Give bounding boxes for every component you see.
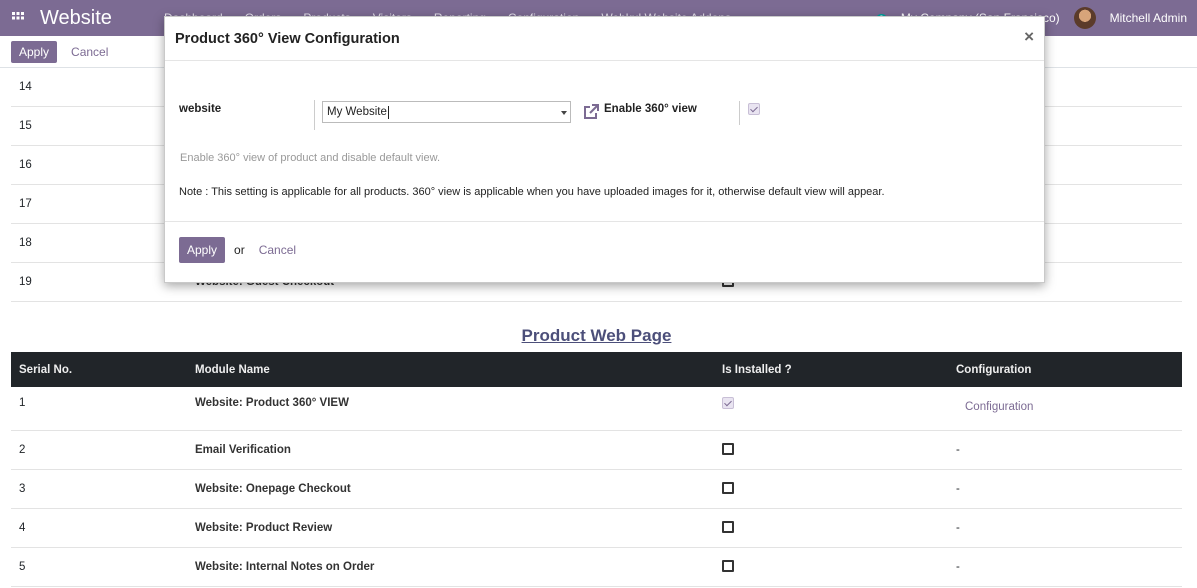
cp-cancel-button[interactable]: Cancel	[65, 41, 114, 63]
module-name-cell: Website: Product Review	[195, 522, 333, 534]
config-cell: -	[956, 483, 960, 495]
app-title[interactable]: Website	[40, 7, 160, 30]
website-select[interactable]: My Website	[322, 101, 571, 123]
installed-checkbox-checked[interactable]	[722, 397, 734, 409]
header-serial: Serial No.	[19, 363, 73, 376]
config-cell: -	[956, 561, 960, 573]
installed-checkbox[interactable]	[722, 559, 734, 572]
header-configuration: Configuration	[956, 363, 1032, 376]
website-label: website	[179, 103, 222, 115]
dialog-body: website My Website Enable 360° view Enab…	[165, 61, 1044, 222]
divider	[739, 101, 740, 125]
chevron-down-icon[interactable]	[561, 111, 567, 115]
serial-cell: 1	[19, 397, 26, 409]
module-name-cell: Website: Product 360° VIEW	[195, 397, 349, 409]
installed-checkbox[interactable]	[722, 442, 734, 455]
apps-menu-icon[interactable]	[0, 0, 36, 36]
serial-cell: 18	[19, 237, 32, 249]
text-cursor	[387, 105, 389, 119]
serial-cell: 16	[19, 159, 32, 171]
serial-cell: 4	[19, 522, 26, 534]
serial-cell: 5	[19, 561, 26, 573]
serial-cell: 14	[19, 81, 32, 93]
website-select-value: My Website	[327, 106, 387, 118]
header-module-name: Module Name	[195, 363, 270, 376]
cancel-button[interactable]: Cancel	[259, 243, 296, 257]
table-row: 3 Website: Onepage Checkout -	[11, 470, 1182, 509]
dialog-title: Product 360° View Configuration	[175, 30, 400, 47]
installed-checkbox[interactable]	[722, 481, 734, 494]
avatar[interactable]	[1073, 7, 1096, 29]
dialog-footer: Apply or Cancel	[179, 237, 296, 263]
config-dialog: Product 360° View Configuration × websit…	[164, 16, 1045, 283]
installed-checkbox[interactable]	[722, 520, 734, 533]
divider	[314, 100, 315, 130]
user-menu[interactable]: Mitchell Admin	[1110, 11, 1187, 25]
table-row: 5 Website: Internal Notes on Order -	[11, 548, 1182, 587]
apply-button[interactable]: Apply	[179, 237, 226, 263]
table-header: Serial No. Module Name Is Installed ? Co…	[11, 352, 1182, 387]
or-text: or	[234, 243, 245, 257]
help-text: Enable 360° view of product and disable …	[180, 152, 441, 164]
serial-cell: 15	[19, 120, 32, 132]
table-row: 2 Email Verification -	[11, 431, 1182, 470]
table-row: 4 Website: Product Review -	[11, 509, 1182, 548]
section-title[interactable]: Product Web Page	[11, 320, 1182, 352]
serial-cell: 2	[19, 444, 26, 456]
serial-cell: 3	[19, 483, 26, 495]
module-name-cell: Website: Onepage Checkout	[195, 483, 351, 495]
module-name-cell: Website: Internal Notes on Order	[195, 561, 375, 573]
header-installed: Is Installed ?	[722, 363, 792, 376]
cp-apply-button[interactable]: Apply	[11, 40, 58, 63]
external-link-icon[interactable]	[582, 103, 600, 121]
config-cell: -	[956, 444, 960, 456]
note-text: Note : This setting is applicable for al…	[179, 186, 885, 198]
serial-cell: 17	[19, 198, 32, 210]
serial-cell: 19	[19, 276, 32, 288]
enable-360-checkbox[interactable]	[748, 103, 760, 115]
module-name-cell: Email Verification	[195, 444, 291, 456]
close-icon[interactable]: ×	[1024, 27, 1034, 47]
configuration-link[interactable]: Configuration	[956, 397, 1033, 413]
config-cell: -	[956, 522, 960, 534]
dialog-header: Product 360° View Configuration	[165, 17, 1044, 61]
table-row: 1 Website: Product 360° VIEW Configurati…	[11, 387, 1182, 431]
enable-360-label: Enable 360° view	[604, 103, 697, 115]
